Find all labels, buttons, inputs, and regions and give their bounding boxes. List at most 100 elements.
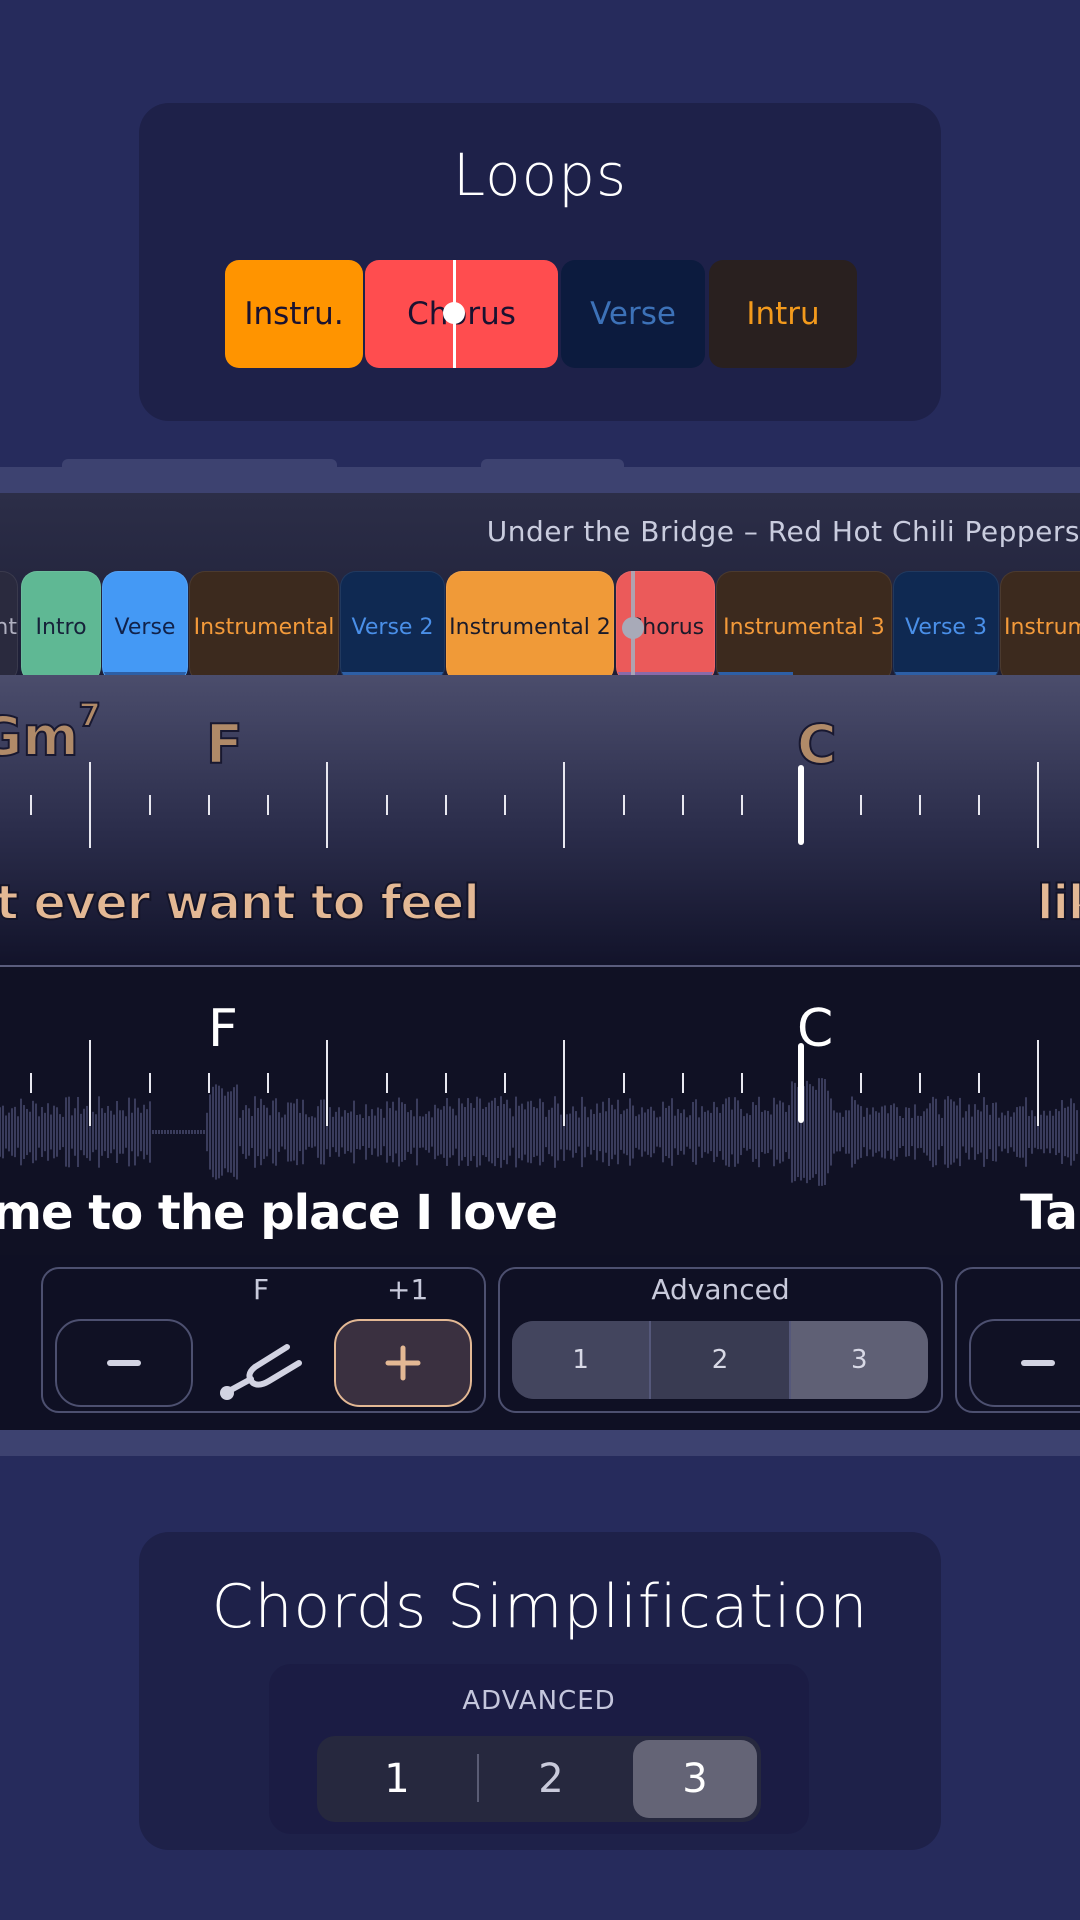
transpose-control: F +1 <box>41 1267 486 1413</box>
lyrics-line-right: Tal <box>1020 1185 1080 1241</box>
level-option-2[interactable]: 2 <box>477 1736 625 1822</box>
simplification-label: Advanced <box>651 1273 790 1306</box>
loop-segment-intru[interactable]: Intru <box>709 260 857 368</box>
beat-tick <box>444 795 447 815</box>
beat-tick <box>918 1073 921 1093</box>
simplification-selector: 1 2 3 <box>512 1321 928 1399</box>
beat-tick <box>918 795 921 815</box>
loop-segment-instrumental[interactable]: Instru. <box>225 260 363 368</box>
beat-tick <box>741 795 743 815</box>
beat-tick <box>30 1073 32 1093</box>
beat-tick <box>267 795 269 815</box>
beat-tick <box>622 1073 625 1093</box>
section-playhead-knob[interactable] <box>622 617 644 639</box>
loops-card: Loops Instru. Chorus Verse Intru <box>139 103 941 421</box>
section-instrumental-3[interactable]: Instrumental 3 <box>716 571 892 683</box>
section-label: Instrumental 2 <box>449 614 611 640</box>
section-instrumental-4-partial[interactable]: Instrum <box>1000 571 1080 683</box>
chords-simplification-title: Chords Simplification <box>211 1572 869 1642</box>
bar-tick <box>1037 1040 1040 1126</box>
simplification-control: Advanced 1 2 3 <box>498 1267 943 1413</box>
transpose-key-label: F <box>253 1273 270 1306</box>
beat-tick <box>148 795 151 815</box>
beat-tick <box>622 795 625 815</box>
player-controls: F +1 Advanced 1 2 3 <box>0 1255 1080 1430</box>
bar-tick <box>89 762 92 848</box>
beat-tick <box>741 1073 743 1093</box>
bar-tick <box>1037 762 1040 848</box>
loop-segment-label: Instru. <box>244 296 344 332</box>
bar-tick <box>326 1040 329 1126</box>
chord-f: F <box>205 712 244 777</box>
beat-tick <box>267 1073 269 1093</box>
lyrics-line-right: lik <box>1036 874 1080 932</box>
section-label: Instrum <box>1004 614 1080 640</box>
simplification-option-3[interactable]: 3 <box>790 1321 928 1399</box>
chord-extension: 7 <box>78 695 102 735</box>
current-beat-marker <box>798 765 805 845</box>
transpose-down-button[interactable] <box>55 1319 193 1407</box>
beat-tick <box>681 795 684 815</box>
current-beat-marker <box>798 1043 805 1123</box>
lyrics-line-left: 't ever want to feel <box>0 874 481 932</box>
section-label: Verse 2 <box>351 614 434 640</box>
loop-segment-verse[interactable]: Verse <box>561 260 705 368</box>
lyrics-line-left: me to the place I love <box>0 1185 558 1241</box>
section-verse-2[interactable]: Verse 2 <box>340 571 445 683</box>
section-label: Verse 3 <box>905 614 987 640</box>
third-control <box>955 1267 1080 1413</box>
section-label: Instrumental 3 <box>723 614 885 640</box>
simplification-option-2[interactable]: 2 <box>651 1321 791 1399</box>
plus-icon <box>385 1345 421 1381</box>
chord-name: Gm <box>0 704 80 769</box>
beat-tick <box>207 1073 210 1093</box>
audio-waveform <box>0 1078 1078 1186</box>
third-control-minus-button[interactable] <box>969 1319 1080 1407</box>
tuning-fork-icon <box>217 1327 307 1407</box>
beat-tick <box>681 1073 684 1093</box>
simplification-level-selector: 1 2 3 <box>317 1736 761 1822</box>
level-option-3[interactable]: 3 <box>633 1740 757 1818</box>
section-label: Instrumental <box>193 614 335 640</box>
beat-tick <box>385 795 388 815</box>
section-intro[interactable]: Intro <box>21 571 101 683</box>
beat-tick <box>859 1073 862 1093</box>
simplification-level-label: ADVANCED <box>462 1686 616 1716</box>
player-top-bar <box>0 467 1080 493</box>
section-outro-partial[interactable]: nt <box>0 571 18 683</box>
section-label: nt <box>0 614 17 640</box>
section-instrumental[interactable]: Instrumental <box>189 571 339 683</box>
level-option-1[interactable]: 1 <box>323 1736 471 1822</box>
beat-tick <box>978 1073 980 1093</box>
chord-gm7: Gm7 <box>0 695 102 769</box>
loop-segment-label: Intru <box>746 296 820 332</box>
simplification-option-1[interactable]: 1 <box>512 1321 652 1399</box>
chords-simplification-card: Chords Simplification ADVANCED 1 2 3 <box>139 1532 941 1850</box>
current-chord-lane: F C me to the place I love Tal <box>0 965 1080 1257</box>
section-verse[interactable]: Verse <box>102 571 188 683</box>
beat-tick <box>504 795 506 815</box>
section-label: Verse <box>114 614 176 640</box>
simplification-panel: ADVANCED 1 2 3 <box>269 1664 809 1834</box>
player-bottom-bar <box>0 1430 1080 1456</box>
beat-tick <box>30 795 32 815</box>
section-label: Intro <box>35 614 87 640</box>
bar-tick <box>563 1040 566 1126</box>
beat-tick <box>978 795 980 815</box>
minus-icon <box>107 1360 141 1366</box>
loops-title: Loops <box>452 141 628 209</box>
beat-tick <box>504 1073 506 1093</box>
beat-tick <box>859 795 862 815</box>
player-panel: Under the Bridge – Red Hot Chili Peppers… <box>0 467 1080 1460</box>
bar-tick <box>563 762 566 848</box>
bar-tick <box>89 1040 92 1126</box>
minus-icon <box>1021 1360 1055 1366</box>
section-verse-3[interactable]: Verse 3 <box>893 571 999 683</box>
chord-f: F <box>208 999 238 1059</box>
upcoming-chord-lane: Gm7 F C 't ever want to feel lik <box>0 675 1080 965</box>
loop-playhead-knob[interactable] <box>443 302 465 324</box>
beat-tick <box>207 795 210 815</box>
loop-segment-label: Verse <box>590 296 676 332</box>
transpose-up-button[interactable] <box>334 1319 472 1407</box>
section-instrumental-2[interactable]: Instrumental 2 <box>446 571 614 683</box>
